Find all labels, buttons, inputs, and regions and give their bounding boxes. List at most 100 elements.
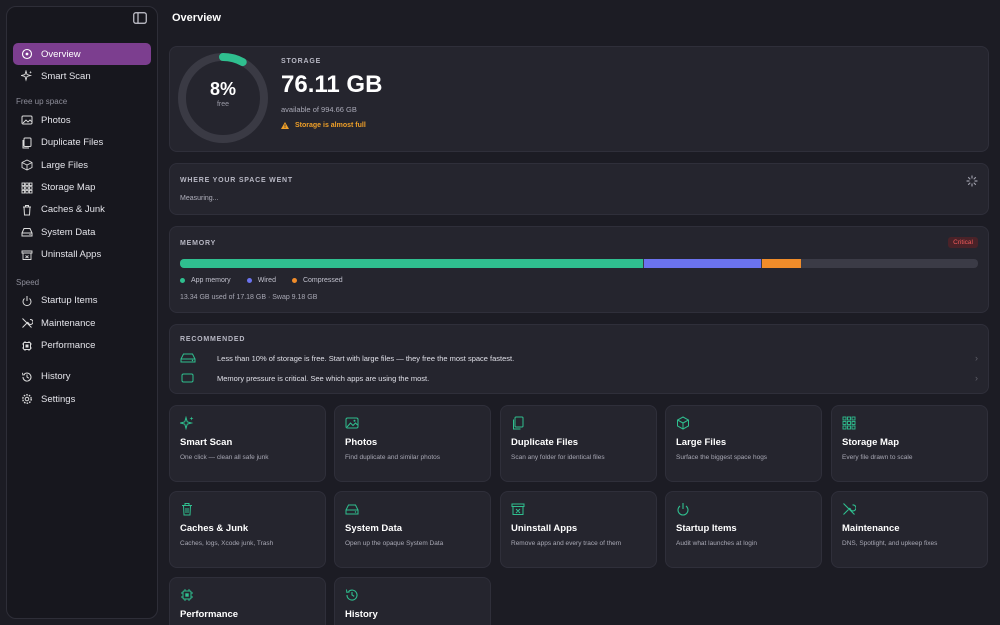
sidebar-item-label: Performance (41, 340, 96, 352)
sidebar-item-label: Smart Scan (41, 70, 91, 82)
sidebar-item-label: System Data (41, 226, 96, 238)
power-icon (677, 503, 689, 516)
sidebar-item-label: History (41, 371, 71, 383)
memory-bar-segment (180, 259, 644, 268)
tile-history[interactable]: History (334, 577, 491, 625)
warning-icon (281, 122, 289, 129)
sidebar-item-settings[interactable]: Settings (13, 388, 151, 410)
sidebar-item-system-data[interactable]: System Data (13, 221, 151, 243)
legend-dot (291, 278, 297, 283)
tile-title: Caches & Junk (180, 523, 249, 534)
history-icon (21, 371, 33, 383)
tile-title: Startup Items (676, 523, 737, 534)
tile-title: Large Files (676, 437, 727, 448)
sidebar-item-label: Caches & Junk (41, 204, 105, 216)
sidebar-item-overview[interactable]: Overview (13, 43, 151, 65)
performance-icon (181, 589, 193, 601)
sidebar-item-caches-junk[interactable]: Caches & Junk (13, 199, 151, 221)
tile-photos[interactable]: Photos Find duplicate and similar photos (334, 405, 491, 482)
trash-icon (21, 204, 33, 216)
uninstall-icon (21, 249, 33, 261)
sidebar-toggle-icon[interactable] (133, 11, 149, 25)
sparkle-icon (21, 70, 33, 83)
recommended-text: Memory pressure is critical. See which a… (217, 373, 430, 383)
sidebar-item-photos[interactable]: Photos (13, 109, 151, 131)
recommended-row[interactable]: Less than 10% of storage is free. Start … (180, 350, 978, 366)
tools-icon (843, 503, 856, 515)
memory-label: MEMORY (180, 240, 217, 247)
sidebar-item-label: Photos (41, 114, 71, 126)
drive-icon (21, 226, 33, 238)
legend-app-memory: App memory (180, 277, 231, 284)
memory-bar-segment (644, 259, 761, 268)
tile-duplicate-files[interactable]: Duplicate Files Scan any folder for iden… (500, 405, 657, 482)
overview-icon (21, 48, 33, 60)
memory-icon (180, 373, 198, 383)
performance-icon (21, 340, 33, 352)
sidebar: Overview Smart Scan Free up space Photos… (6, 6, 158, 619)
memory-legend: App memory Wired Compressed (180, 277, 359, 284)
sidebar-item-maintenance[interactable]: Maintenance (13, 312, 151, 334)
tile-caches-junk[interactable]: Caches & Junk Caches, logs, Xcode junk, … (169, 491, 326, 568)
sidebar-item-smart-scan[interactable]: Smart Scan (13, 65, 151, 87)
tile-description: DNS, Spotlight, and upkeep fixes (842, 540, 938, 547)
tile-title: Uninstall Apps (511, 523, 578, 534)
power-icon (21, 295, 33, 307)
sidebar-item-duplicate-files[interactable]: Duplicate Files (13, 132, 151, 154)
tile-large-files[interactable]: Large Files Surface the biggest space ho… (665, 405, 822, 482)
page-title: Overview (172, 12, 221, 24)
tile-description: Surface the biggest space hogs (676, 454, 768, 461)
sidebar-item-large-files[interactable]: Large Files (13, 154, 151, 176)
tile-description: Audit what launches at login (676, 540, 757, 547)
uninstall-icon (511, 503, 525, 515)
sidebar-item-label: Startup Items (41, 295, 98, 307)
history-icon (346, 589, 358, 601)
tile-smart-scan[interactable]: Smart Scan One click — clean all safe ju… (169, 405, 326, 482)
sidebar-item-storage-map[interactable]: Storage Map (13, 177, 151, 199)
tile-performance[interactable]: Performance (169, 577, 326, 625)
memory-summary: 13.34 GB used of 17.18 GB · Swap 9.18 GB (180, 294, 318, 301)
sidebar-item-performance[interactable]: Performance (13, 335, 151, 357)
drive-icon (345, 504, 359, 515)
tile-startup-items[interactable]: Startup Items Audit what launches at log… (665, 491, 822, 568)
tile-description: Find duplicate and similar photos (345, 454, 441, 461)
sidebar-item-history[interactable]: History (13, 366, 151, 388)
recommended-row[interactable]: Memory pressure is critical. See which a… (180, 370, 978, 386)
tile-title: Smart Scan (180, 437, 233, 448)
drive-icon (180, 353, 198, 363)
tile-title: Photos (345, 437, 378, 448)
tile-description: Every file drawn to scale (842, 454, 913, 461)
recommended-card: RECOMMENDED Less than 10% of storage is … (169, 324, 989, 394)
memory-card: MEMORY Critical App memory Wired Compres… (169, 226, 989, 313)
grid-icon (21, 182, 33, 194)
tile-maintenance[interactable]: Maintenance DNS, Spotlight, and upkeep f… (831, 491, 988, 568)
legend-wired: Wired (246, 277, 276, 284)
tile-system-data[interactable]: System Data Open up the opaque System Da… (334, 491, 491, 568)
tile-storage-map[interactable]: Storage Map Every file drawn to scale (831, 405, 988, 482)
tile-title: History (345, 609, 378, 620)
legend-label: Compressed (302, 277, 343, 284)
tile-uninstall-apps[interactable]: Uninstall Apps Remove apps and every tra… (500, 491, 657, 568)
spinner-icon (966, 175, 978, 187)
sidebar-item-label: Duplicate Files (41, 137, 104, 149)
sidebar-item-label: Settings (41, 393, 76, 405)
tile-description: Remove apps and every trace of them (511, 540, 622, 547)
sidebar-item-uninstall-apps[interactable]: Uninstall Apps (13, 244, 151, 266)
sidebar-item-startup-items[interactable]: Startup Items (13, 290, 151, 312)
sidebar-item-label: Storage Map (41, 182, 96, 194)
storage-label: STORAGE (281, 58, 322, 65)
chevron-right-icon: › (975, 353, 978, 363)
storage-size: 76.11 GB (281, 71, 383, 98)
tile-title: System Data (345, 523, 403, 534)
legend-dot (246, 278, 252, 283)
legend-dot (180, 278, 185, 283)
legend-compressed: Compressed (291, 277, 343, 284)
memory-bar-segment (761, 259, 801, 268)
memory-status-badge: Critical (948, 237, 978, 248)
legend-label: Wired (257, 277, 276, 284)
duplicate-icon (513, 416, 524, 430)
recommended-label: RECOMMENDED (180, 336, 246, 343)
legend-label: App memory (191, 277, 231, 284)
sidebar-section-free: Free up space (16, 97, 68, 107)
storage-free-label: free (216, 101, 230, 108)
